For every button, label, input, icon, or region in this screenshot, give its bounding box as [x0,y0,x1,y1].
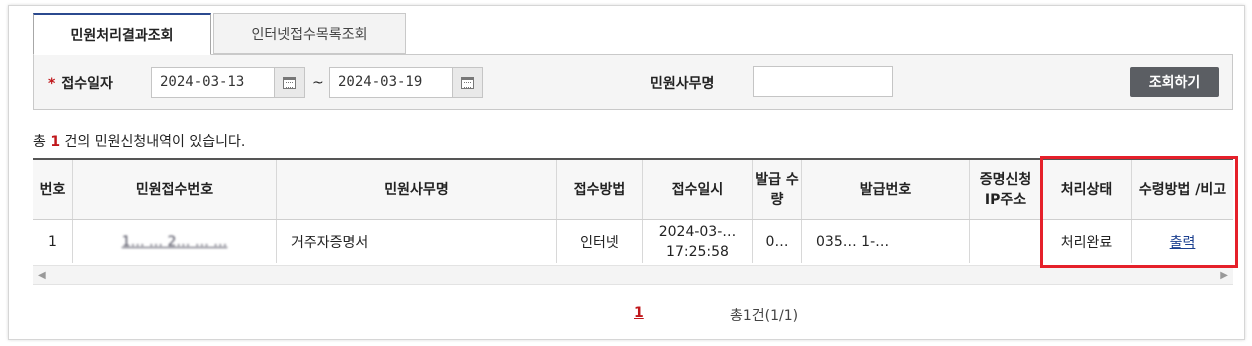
tab-label: 민원처리결과조회 [70,27,174,44]
col-header: 발급번호 [802,160,970,219]
scroll-left-icon[interactable]: ◀ [38,270,46,281]
col-header: 민원사무명 [277,160,557,219]
date-range-separator: ~ [312,75,324,91]
page-total: 총1건(1/1) [730,308,799,324]
cell-receipt-no[interactable]: 1… … 2… … … [73,220,277,263]
date-to-input[interactable]: 2024-03-19 [329,67,453,98]
calendar-icon [461,76,474,89]
service-name-label: 민원사무명 [650,76,715,92]
summary-prefix: 총 [33,134,46,150]
cell-quantity: 0… [753,220,802,263]
col-header: 발급 수량 [753,160,802,219]
calendar-to-button[interactable] [452,67,483,98]
cell-service-name: 거주자증명서 [277,220,557,263]
date-label-text: 접수일자 [61,76,113,92]
scroll-right-icon[interactable]: ▶ [1220,270,1228,281]
page-number-link[interactable]: 1 [634,305,644,321]
cell-method: 인터넷 [557,220,643,263]
col-header: 접수방법 [557,160,643,219]
required-mark: * [48,76,56,92]
col-header: 증명신청 IP주소 [970,160,1042,219]
cell-no: 1 [33,220,73,263]
search-button[interactable]: 조회하기 [1130,67,1219,97]
calendar-icon [283,76,296,89]
col-header: 접수일시 [643,160,753,219]
tab-label: 인터넷접수목록조회 [251,26,368,43]
col-header: 민원접수번호 [73,160,277,219]
result-summary: 총 1 건의 민원신청내역이 있습니다. [33,131,245,151]
cell-datetime: 2024-03-… 17:25:58 [643,220,753,263]
col-header: 번호 [33,160,73,219]
receipt-no-link[interactable]: 1… … 2… … … [122,234,228,250]
datetime-time: 17:25:58 [666,243,729,260]
summary-count: 1 [50,134,61,150]
calendar-from-button[interactable] [274,67,305,98]
tab-result-inquiry[interactable]: 민원처리결과조회 [33,13,211,55]
summary-suffix: 건의 민원신청내역이 있습니다. [64,134,246,150]
cell-issue-no: 035… 1-… [802,220,970,263]
cell-ip [970,220,1042,263]
highlight-box [1040,156,1238,268]
horizontal-scrollbar[interactable]: ◀ ▶ [33,265,1233,285]
date-from-input[interactable]: 2024-03-13 [151,67,275,98]
service-name-input[interactable] [753,66,893,97]
date-label: * 접수일자 [48,73,113,93]
datetime-date: 2024-03-… [658,223,737,240]
search-panel: * 접수일자 2024-03-13 ~ 2024-03-19 민원사무명 조회하기 [33,54,1233,110]
tab-internet-receipt-list[interactable]: 인터넷접수목록조회 [213,13,406,54]
